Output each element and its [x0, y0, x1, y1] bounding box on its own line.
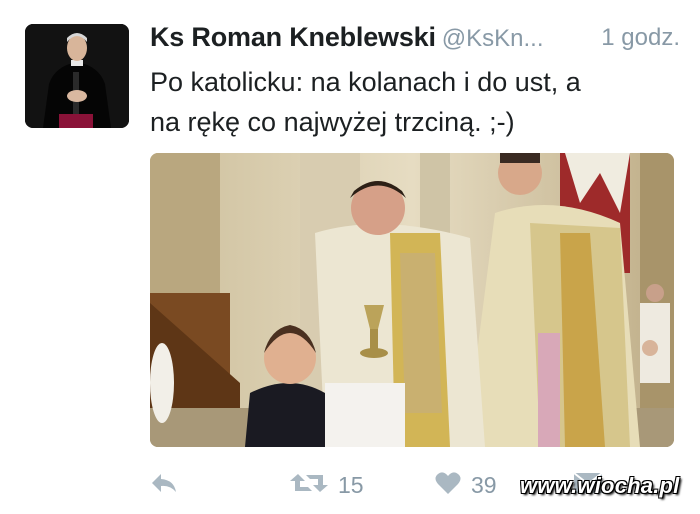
tweet-timestamp[interactable]: 1 godz. — [601, 24, 680, 52]
tweet-header: Ks Roman Kneblewski @KsKn... 1 godz. — [150, 22, 680, 58]
reply-arrow-icon — [150, 471, 178, 500]
author-handle[interactable]: @KsKn... — [442, 25, 544, 52]
retweet-count: 15 — [338, 471, 364, 498]
site-watermark: www.wiocha.pl — [520, 473, 680, 498]
like-count: 39 — [471, 471, 497, 498]
like-button[interactable]: 39 — [435, 465, 497, 505]
tweet-photo[interactable] — [150, 153, 674, 447]
retweet-icon — [290, 470, 328, 501]
author-name[interactable]: Ks Roman Kneblewski — [150, 22, 436, 52]
reply-button[interactable] — [150, 465, 178, 505]
author-avatar[interactable] — [25, 24, 129, 128]
retweet-button[interactable]: 15 — [290, 465, 364, 505]
tweet-text: Po katolicku: na kolanach i do ust, a na… — [150, 67, 581, 137]
heart-icon — [435, 471, 461, 500]
